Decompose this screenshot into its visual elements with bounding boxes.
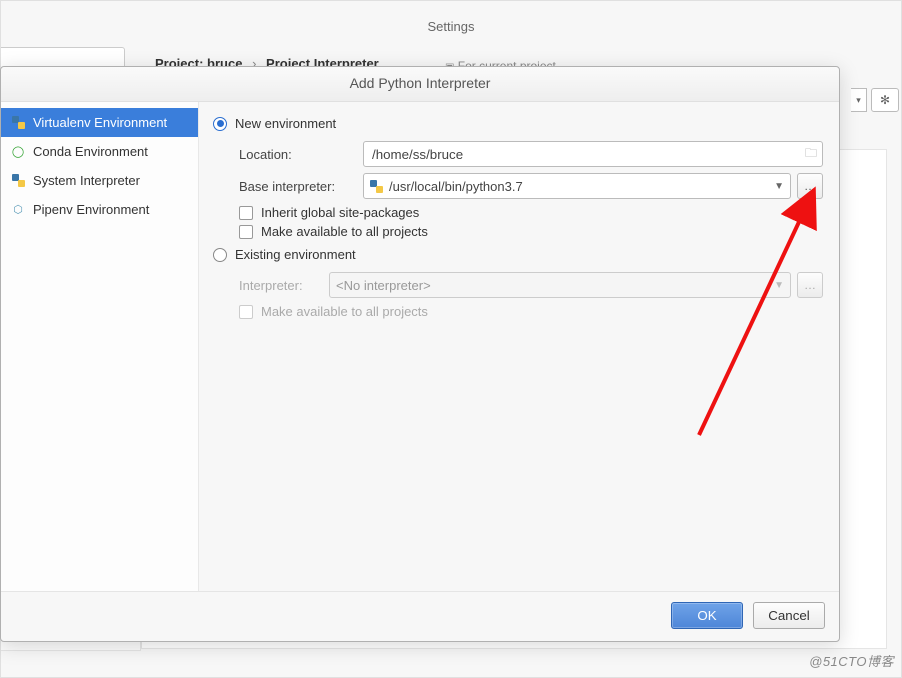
checkbox-label: Make available to all projects [261, 224, 428, 239]
interpreter-gear-icon[interactable]: ✻ [871, 88, 899, 112]
checkbox-icon [239, 225, 253, 239]
folder-icon[interactable]: 🗀 [805, 144, 817, 165]
dialog-body: Virtualenv Environment ◯ Conda Environme… [1, 102, 839, 591]
radio-icon [213, 117, 227, 131]
sidebar-item-system[interactable]: System Interpreter [1, 166, 198, 195]
sidebar-item-label: System Interpreter [33, 173, 140, 188]
base-interpreter-label: Base interpreter: [239, 179, 363, 194]
existing-interpreter-dropdown: <No interpreter> ▼ [329, 272, 791, 298]
cancel-button[interactable]: Cancel [753, 602, 825, 629]
interpreter-label: Interpreter: [239, 278, 329, 293]
python-icon [11, 174, 25, 188]
ok-button[interactable]: OK [671, 602, 743, 629]
dialog-title: Add Python Interpreter [1, 67, 839, 102]
settings-window-title: Settings [1, 19, 901, 34]
base-interpreter-row: Base interpreter: /usr/local/bin/python3… [239, 173, 823, 199]
location-label: Location: [239, 147, 363, 162]
pipenv-icon: ⬡ [11, 203, 25, 217]
radio-icon [213, 248, 227, 262]
checkbox-icon [239, 206, 253, 220]
sidebar-item-label: Pipenv Environment [33, 202, 149, 217]
add-python-interpreter-dialog: Add Python Interpreter Virtualenv Enviro… [0, 66, 840, 642]
base-interpreter-dropdown[interactable]: /usr/local/bin/python3.7 ▼ [363, 173, 791, 199]
new-environment-radio[interactable]: New environment [213, 112, 823, 135]
interpreter-value: <No interpreter> [336, 278, 431, 293]
dialog-footer: OK Cancel [1, 591, 839, 641]
inherit-packages-checkbox-row[interactable]: Inherit global site-packages [239, 205, 823, 220]
base-interpreter-value: /usr/local/bin/python3.7 [389, 179, 523, 194]
form-area: New environment Location: 🗀 Base interpr… [199, 102, 839, 591]
virtualenv-icon [11, 116, 25, 130]
existing-interpreter-browse-button: … [797, 272, 823, 298]
make-available-checkbox-row[interactable]: Make available to all projects [239, 224, 823, 239]
existing-environment-radio[interactable]: Existing environment [213, 243, 823, 266]
base-interpreter-browse-button[interactable]: … [797, 173, 823, 199]
python-icon [370, 180, 383, 193]
sidebar-item-pipenv[interactable]: ⬡ Pipenv Environment [1, 195, 198, 224]
interpreter-dropdown[interactable]: ▾ [851, 88, 867, 112]
watermark-label: @51CTO博客 [809, 651, 894, 670]
conda-icon: ◯ [11, 145, 25, 159]
radio-label: New environment [235, 116, 336, 131]
chevron-down-icon: ▼ [774, 181, 784, 192]
radio-label: Existing environment [235, 247, 356, 262]
location-input[interactable] [363, 141, 823, 167]
interpreter-row: Interpreter: <No interpreter> ▼ … [239, 272, 823, 298]
sidebar-item-virtualenv[interactable]: Virtualenv Environment [1, 108, 198, 137]
sidebar-item-label: Conda Environment [33, 144, 148, 159]
sidebar-item-label: Virtualenv Environment [33, 115, 167, 130]
location-row: Location: 🗀 [239, 141, 823, 167]
make-available-2-checkbox-row: Make available to all projects [239, 304, 823, 319]
checkbox-label: Inherit global site-packages [261, 205, 419, 220]
checkbox-label: Make available to all projects [261, 304, 428, 319]
interpreter-type-sidebar: Virtualenv Environment ◯ Conda Environme… [1, 102, 199, 591]
chevron-down-icon: ▼ [774, 280, 784, 291]
checkbox-icon [239, 305, 253, 319]
sidebar-item-conda[interactable]: ◯ Conda Environment [1, 137, 198, 166]
